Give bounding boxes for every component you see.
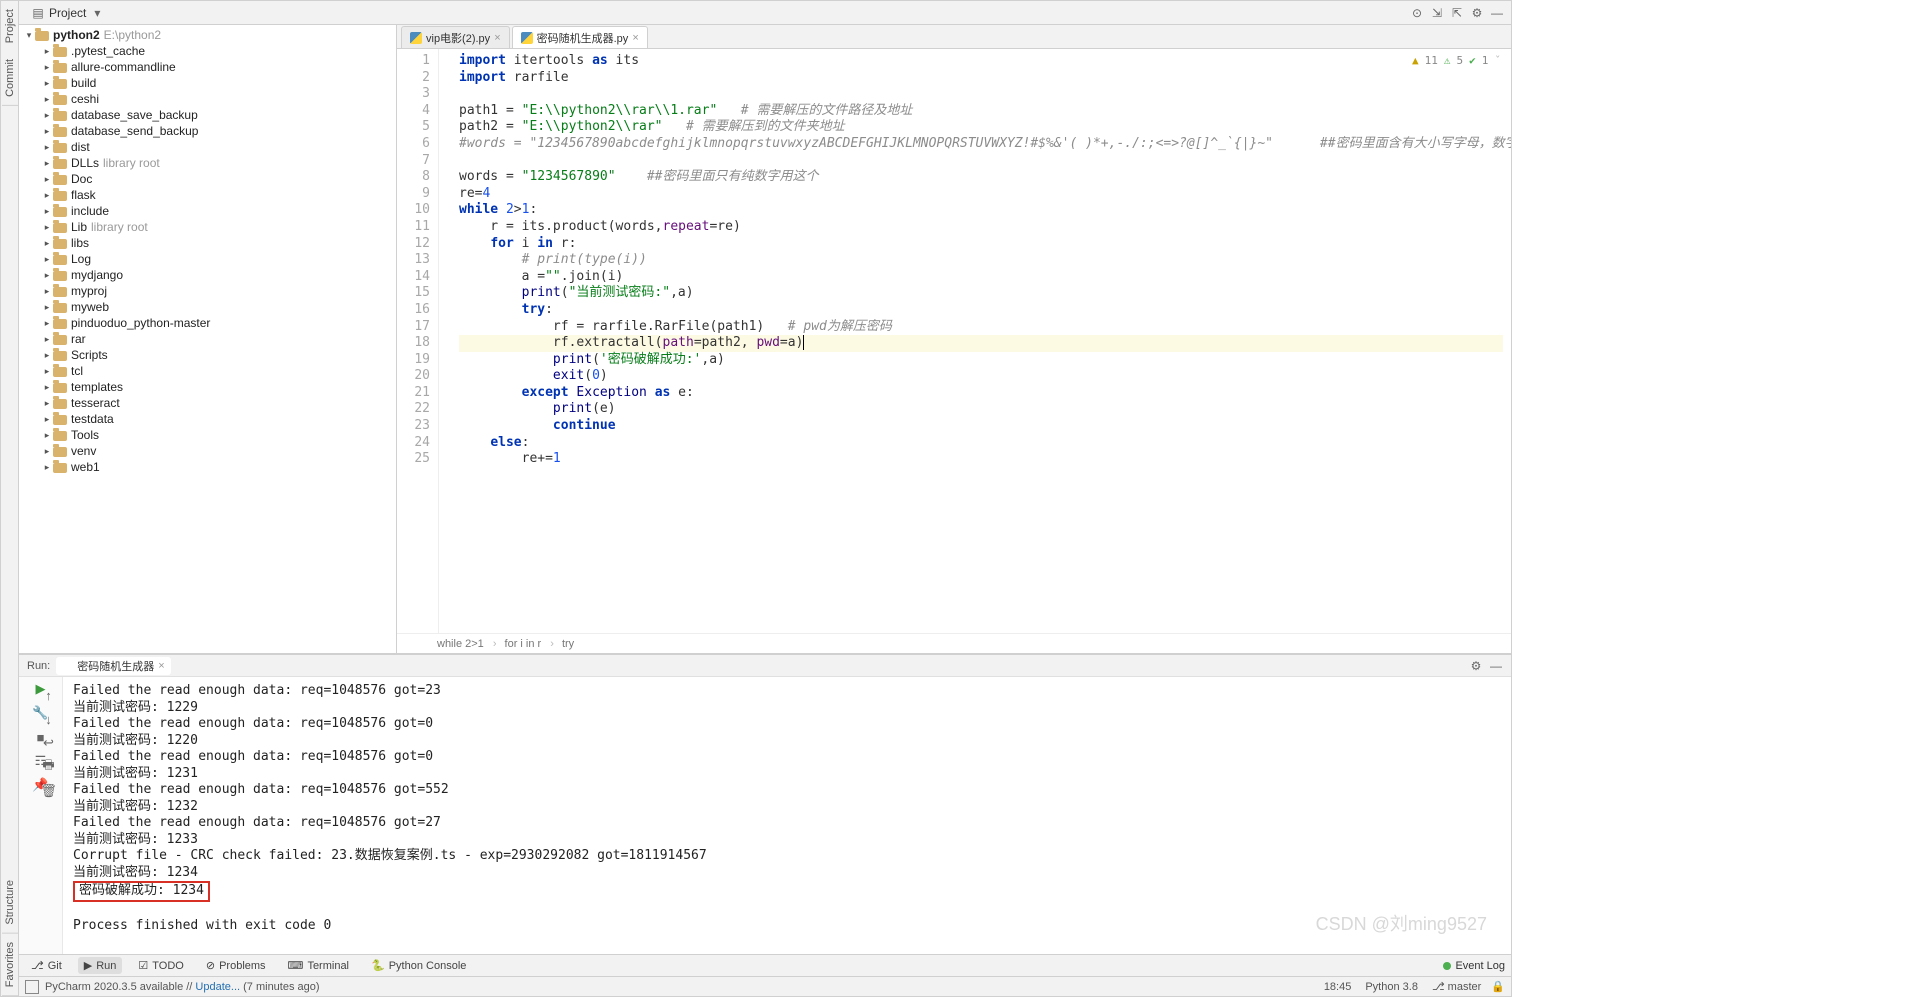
tree-item[interactable]: ▸tcl xyxy=(19,363,396,379)
breadcrumb-item[interactable]: while 2>1 xyxy=(437,638,497,650)
locate-icon[interactable]: ⊙ xyxy=(1409,6,1425,20)
warning-icon: ▲ xyxy=(1412,53,1419,70)
run-title: Run: xyxy=(27,660,50,672)
run-config-label: 密码随机生成器 xyxy=(77,658,154,674)
gear-icon[interactable]: ⚙ xyxy=(1469,6,1485,20)
tree-item[interactable]: ▸database_send_backup xyxy=(19,123,396,139)
tree-root-item[interactable]: ▾python2E:\python2 xyxy=(19,27,396,43)
close-icon[interactable]: × xyxy=(494,32,500,44)
tree-item[interactable]: ▸myproj xyxy=(19,283,396,299)
tree-item[interactable]: ▸Scripts xyxy=(19,347,396,363)
run-side-toolbar: ▶ 🔧 ■ ☶ 📌 ↑ ↓ ↩ 🖶 🗑 xyxy=(19,677,63,954)
tree-item[interactable]: ▸flask xyxy=(19,187,396,203)
breadcrumb-item[interactable]: for i in r xyxy=(505,638,554,650)
hide-icon[interactable]: — xyxy=(1489,6,1505,20)
status-interpreter[interactable]: Python 3.8 xyxy=(1365,981,1418,993)
tree-item[interactable]: ▸ceshi xyxy=(19,91,396,107)
up-icon[interactable]: ↑ xyxy=(41,687,57,703)
editor-tab-active[interactable]: 密码随机生成器.py × xyxy=(512,26,648,48)
tree-item[interactable]: ▸templates xyxy=(19,379,396,395)
editor-breadcrumb[interactable]: while 2>1 for i in r try xyxy=(397,633,1511,653)
left-tab-project[interactable]: Project xyxy=(2,1,18,51)
close-icon[interactable]: × xyxy=(632,32,638,44)
tree-item[interactable]: ▸dist xyxy=(19,139,396,155)
close-icon[interactable]: × xyxy=(158,660,164,672)
tree-item[interactable]: ▸libs xyxy=(19,235,396,251)
bottom-tool-bar: ⎇ Git ▶ Run ☑ TODO ⊘ Problems ⌨ Terminal… xyxy=(19,954,1511,976)
wrap-icon[interactable]: ↩ xyxy=(41,735,57,751)
inspection-status[interactable]: ▲11 ⚠5 ✔1 ˇ xyxy=(1412,53,1501,70)
project-view-selector[interactable]: ▤ Project ▾ xyxy=(25,4,110,22)
tree-item[interactable]: ▸tesseract xyxy=(19,395,396,411)
git-tool-button[interactable]: ⎇ Git xyxy=(25,957,68,974)
python-file-icon xyxy=(410,32,422,44)
print-icon[interactable]: 🖶 xyxy=(41,759,57,775)
run-tool-button[interactable]: ▶ Run xyxy=(78,957,123,974)
notification-dot-icon xyxy=(1443,962,1451,970)
tree-item[interactable]: ▸myweb xyxy=(19,299,396,315)
status-message-post: (7 minutes ago) xyxy=(240,981,319,993)
status-bar: PyCharm 2020.3.5 available // Update... … xyxy=(19,976,1511,996)
python-console-tool-button[interactable]: 🐍 Python Console xyxy=(365,957,472,974)
trash-icon[interactable]: 🗑 xyxy=(41,783,57,799)
project-toolbar: ▤ Project ▾ ⊙ ⇲ ⇱ ⚙ — xyxy=(19,1,1511,25)
tree-item[interactable]: ▸venv xyxy=(19,443,396,459)
project-tree[interactable]: ▾python2E:\python2▸.pytest_cache▸allure-… xyxy=(19,25,397,653)
weak-warning-icon: ⚠ xyxy=(1444,53,1451,70)
update-link[interactable]: Update... xyxy=(195,981,240,993)
expand-all-icon[interactable]: ⇲ xyxy=(1429,6,1445,20)
python-file-icon xyxy=(521,32,533,44)
problems-tool-button[interactable]: ⊘ Problems xyxy=(200,957,272,974)
tab-label: 密码随机生成器.py xyxy=(537,30,629,46)
hide-icon[interactable]: — xyxy=(1489,659,1503,673)
tree-item[interactable]: ▸database_save_backup xyxy=(19,107,396,123)
run-console[interactable]: Failed the read enough data: req=1048576… xyxy=(63,677,1511,954)
tree-item[interactable]: ▸Liblibrary root xyxy=(19,219,396,235)
collapse-all-icon[interactable]: ⇱ xyxy=(1449,6,1465,20)
tree-item[interactable]: ▸mydjango xyxy=(19,267,396,283)
project-icon: ▤ xyxy=(31,6,45,20)
tree-item[interactable]: ▸rar xyxy=(19,331,396,347)
run-panel-header: Run: 密码随机生成器 × ⚙ — xyxy=(19,655,1511,677)
status-time: 18:45 xyxy=(1324,981,1352,993)
tree-item[interactable]: ▸build xyxy=(19,75,396,91)
ok-icon: ✔ xyxy=(1469,53,1476,70)
tree-item[interactable]: ▸allure-commandline xyxy=(19,59,396,75)
gear-icon[interactable]: ⚙ xyxy=(1469,659,1483,673)
editor-tab[interactable]: vip电影(2).py × xyxy=(401,26,510,48)
down-icon[interactable]: ↓ xyxy=(41,711,57,727)
toolwindow-toggle-icon[interactable] xyxy=(25,980,39,994)
run-config-tab[interactable]: 密码随机生成器 × xyxy=(56,657,170,675)
project-view-label: Project xyxy=(49,6,86,20)
editor-tab-bar: vip电影(2).py × 密码随机生成器.py × xyxy=(397,25,1511,49)
tree-item[interactable]: ▸web1 xyxy=(19,459,396,475)
tree-item[interactable]: ▸pinduoduo_python-master xyxy=(19,315,396,331)
tree-item[interactable]: ▸Doc xyxy=(19,171,396,187)
left-tab-commit[interactable]: Commit xyxy=(2,51,18,106)
tab-label: vip电影(2).py xyxy=(426,30,490,46)
status-git-branch[interactable]: ⎇ master xyxy=(1432,980,1481,993)
left-tab-structure[interactable]: Structure xyxy=(2,872,18,934)
breadcrumb-item[interactable]: try xyxy=(562,638,580,650)
todo-tool-button[interactable]: ☑ TODO xyxy=(132,957,189,974)
tree-item[interactable]: ▸testdata xyxy=(19,411,396,427)
lock-icon[interactable]: 🔒 xyxy=(1491,980,1505,993)
code-editor[interactable]: 1234567891011121314151617181920212223242… xyxy=(397,49,1511,633)
tree-item[interactable]: ▸DLLslibrary root xyxy=(19,155,396,171)
terminal-tool-button[interactable]: ⌨ Terminal xyxy=(282,957,355,974)
event-log-button[interactable]: Event Log xyxy=(1443,960,1505,972)
tree-item[interactable]: ▸Tools xyxy=(19,427,396,443)
chevron-icon: ˇ xyxy=(1494,53,1501,70)
tree-item[interactable]: ▸.pytest_cache xyxy=(19,43,396,59)
tree-item[interactable]: ▸include xyxy=(19,203,396,219)
status-message: PyCharm 2020.3.5 available // xyxy=(45,981,195,993)
left-tab-favorites[interactable]: Favorites xyxy=(2,934,18,996)
python-file-icon xyxy=(62,660,73,671)
tree-item[interactable]: ▸Log xyxy=(19,251,396,267)
chevron-down-icon: ▾ xyxy=(90,6,104,20)
